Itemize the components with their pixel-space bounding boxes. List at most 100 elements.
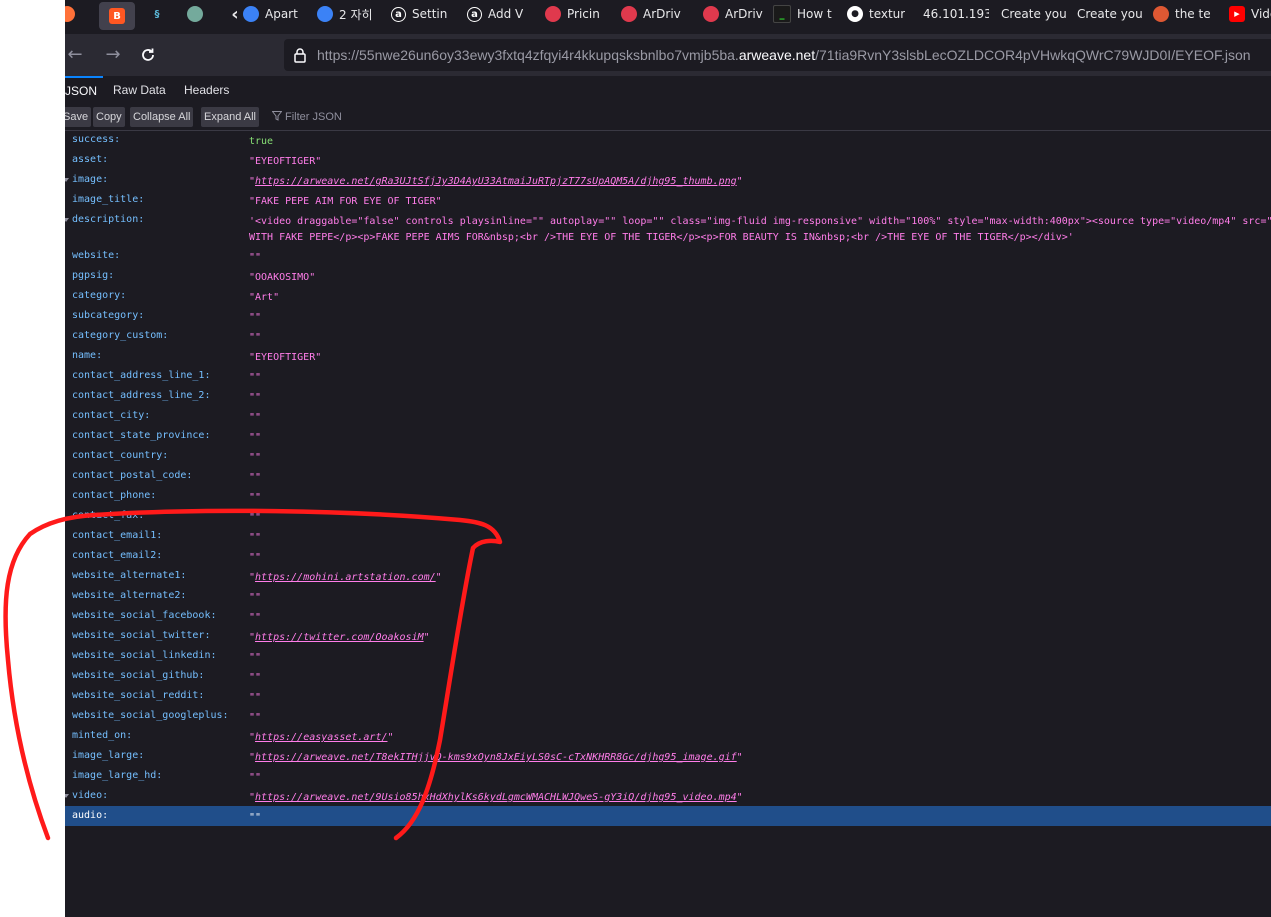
json-key: website_alternate2: — [72, 590, 187, 601]
tab-8[interactable]: a Add V — [467, 0, 533, 28]
tab-7[interactable]: a Settin — [391, 0, 457, 28]
json-key: audio: — [72, 810, 109, 821]
json-value: "" — [249, 512, 262, 523]
json-row[interactable]: contact_phone: "" — [65, 486, 1271, 506]
json-row[interactable]: contact_address_line_2: "" — [65, 386, 1271, 406]
github-icon: ● — [847, 6, 863, 22]
tab-headers[interactable]: Headers — [184, 76, 229, 104]
json-link[interactable]: https://arweave.net/T8ekITHjjvQ-kms9xOyn… — [255, 752, 737, 763]
json-row[interactable]: website_social_facebook: "" — [65, 606, 1271, 626]
tab-json[interactable]: JSON — [65, 76, 104, 106]
tab-raw-data[interactable]: Raw Data — [113, 76, 166, 104]
json-key: website_social_twitter: — [72, 630, 211, 641]
tab-label: Pricin — [567, 7, 600, 21]
json-row[interactable]: image_large_hd: "" — [65, 766, 1271, 786]
reload-button[interactable] — [136, 44, 160, 66]
json-row[interactable]: video: "https://arweave.net/9Usio85hxHdXh… — [65, 786, 1271, 806]
json-row[interactable]: image_title: "FAKE PEPE AIM FOR EYE OF TI… — [65, 190, 1271, 210]
json-row[interactable]: contact_email2: "" — [65, 546, 1271, 566]
json-row[interactable]: category_custom: "" — [65, 326, 1271, 346]
json-value[interactable]: "https://twitter.com/OoakosiM" — [249, 630, 430, 646]
json-value[interactable]: "https://arweave.net/gRa3UJtSfjJy3D4AyU3… — [249, 174, 743, 190]
json-row[interactable]: contact_city: "" — [65, 406, 1271, 426]
json-row[interactable]: category: "Art" — [65, 286, 1271, 306]
json-key: contact_email2: — [72, 550, 163, 561]
json-row[interactable]: contact_state_province: "" — [65, 426, 1271, 446]
tab-6[interactable]: 2 자히 — [317, 0, 381, 28]
tab-14[interactable]: 46.101.193 — [923, 0, 989, 28]
json-link[interactable]: https://mohini.artstation.com/ — [255, 572, 436, 583]
json-row[interactable]: success: true — [65, 130, 1271, 150]
json-row[interactable]: asset: "EYEOFTIGER" — [65, 150, 1271, 170]
json-row[interactable]: website_social_github: "" — [65, 666, 1271, 686]
json-value: "EYEOFTIGER" — [249, 156, 322, 167]
save-button[interactable]: Save — [65, 107, 92, 127]
json-row[interactable]: contact_country: "" — [65, 446, 1271, 466]
json-row[interactable]: website_social_reddit: "" — [65, 686, 1271, 706]
tab-10[interactable]: ArDriv — [621, 0, 691, 28]
json-row[interactable]: name: "EYEOFTIGER" — [65, 346, 1271, 366]
json-row[interactable]: website_social_linkedin: "" — [65, 646, 1271, 666]
json-row[interactable]: image: "https://arweave.net/gRa3UJtSfjJy3… — [65, 170, 1271, 190]
json-key: contact_email1: — [72, 530, 163, 541]
forward-button[interactable]: → — [101, 44, 125, 66]
json-row[interactable]: contact_fax: "" — [65, 506, 1271, 526]
json-key: contact_city: — [72, 410, 151, 421]
collapse-all-button[interactable]: Collapse All — [130, 107, 194, 127]
tab-18[interactable]: ▶ Vide — [1229, 0, 1271, 28]
json-value[interactable]: "https://arweave.net/9Usio85hxHdXhylKs6k… — [249, 790, 743, 806]
tab-0[interactable] — [65, 0, 79, 28]
expand-twisty-icon[interactable] — [65, 794, 69, 798]
tab-1[interactable]: B — [99, 2, 135, 30]
json-key: image_large: — [72, 750, 145, 761]
youtube-icon: ▶ — [1229, 6, 1245, 22]
json-value: true — [249, 136, 274, 147]
circle-a-icon: a — [391, 6, 406, 22]
tab-11[interactable]: ArDriv — [703, 0, 765, 28]
expand-twisty-icon[interactable] — [65, 218, 69, 222]
tab-5[interactable]: Apart — [243, 0, 305, 28]
json-row[interactable]: minted_on: "https://easyasset.art/" — [65, 726, 1271, 746]
json-value[interactable]: "https://easyasset.art/" — [249, 730, 394, 746]
json-row[interactable]: audio: "" — [65, 806, 1271, 826]
expand-twisty-icon[interactable] — [65, 178, 69, 182]
json-row[interactable]: contact_postal_code: "" — [65, 466, 1271, 486]
expand-all-button[interactable]: Expand All — [201, 107, 259, 127]
json-row[interactable]: website_alternate1: "https://mohini.artst… — [65, 566, 1271, 586]
url-bar[interactable]: https://55nwe26un6oy33ewy3fxtq4zfqyi4r4k… — [284, 39, 1271, 71]
filter-json-input[interactable]: Filter JSON — [271, 107, 342, 127]
tab-17[interactable]: the te — [1153, 0, 1219, 28]
tab-13[interactable]: ● textur — [847, 0, 913, 28]
json-value[interactable]: "https://mohini.artstation.com/" — [249, 570, 442, 586]
json-row[interactable]: image_large: "https://arweave.net/T8ekITH… — [65, 746, 1271, 766]
terminal-icon: _ — [773, 5, 791, 23]
back-button[interactable]: ← — [65, 44, 87, 66]
json-link[interactable]: https://easyasset.art/ — [255, 732, 387, 743]
json-row[interactable]: contact_email1: "" — [65, 526, 1271, 546]
tab-2[interactable]: § — [149, 0, 169, 28]
json-row[interactable]: subcategory: "" — [65, 306, 1271, 326]
copy-button[interactable]: Copy — [93, 107, 125, 127]
json-key: website_social_linkedin: — [72, 650, 217, 661]
json-link[interactable]: https://twitter.com/OoakosiM — [255, 632, 424, 643]
json-row[interactable]: website_social_twitter: "https://twitter.… — [65, 626, 1271, 646]
tab-12[interactable]: _ How t — [773, 0, 837, 28]
json-key: pgpsig: — [72, 270, 115, 281]
json-row[interactable]: website_alternate2: "" — [65, 586, 1271, 606]
json-row[interactable]: website_social_googleplus: "" — [65, 706, 1271, 726]
json-toolbar: Save Copy Collapse All Expand All Filter… — [65, 104, 1271, 131]
json-value[interactable]: "https://arweave.net/T8ekITHjjvQ-kms9xOy… — [249, 750, 743, 766]
json-row[interactable]: website: "" — [65, 246, 1271, 266]
tab-15[interactable]: Create you — [1001, 0, 1067, 28]
tab-16[interactable]: Create you — [1077, 0, 1143, 28]
tab-3[interactable] — [187, 0, 207, 28]
tab-4[interactable]: ‹ — [227, 0, 241, 28]
json-link[interactable]: https://arweave.net/9Usio85hxHdXhylKs6ky… — [255, 792, 737, 803]
json-key: video: — [72, 790, 109, 801]
json-row[interactable]: pgpsig: "OOAKOSIMO" — [65, 266, 1271, 286]
json-row[interactable]: description: '<video draggable="false" co… — [65, 210, 1271, 246]
tab-9[interactable]: Pricin — [545, 0, 609, 28]
json-link[interactable]: https://arweave.net/gRa3UJtSfjJy3D4AyU33… — [255, 176, 737, 187]
json-row[interactable]: contact_address_line_1: "" — [65, 366, 1271, 386]
firefox-icon — [65, 6, 75, 22]
